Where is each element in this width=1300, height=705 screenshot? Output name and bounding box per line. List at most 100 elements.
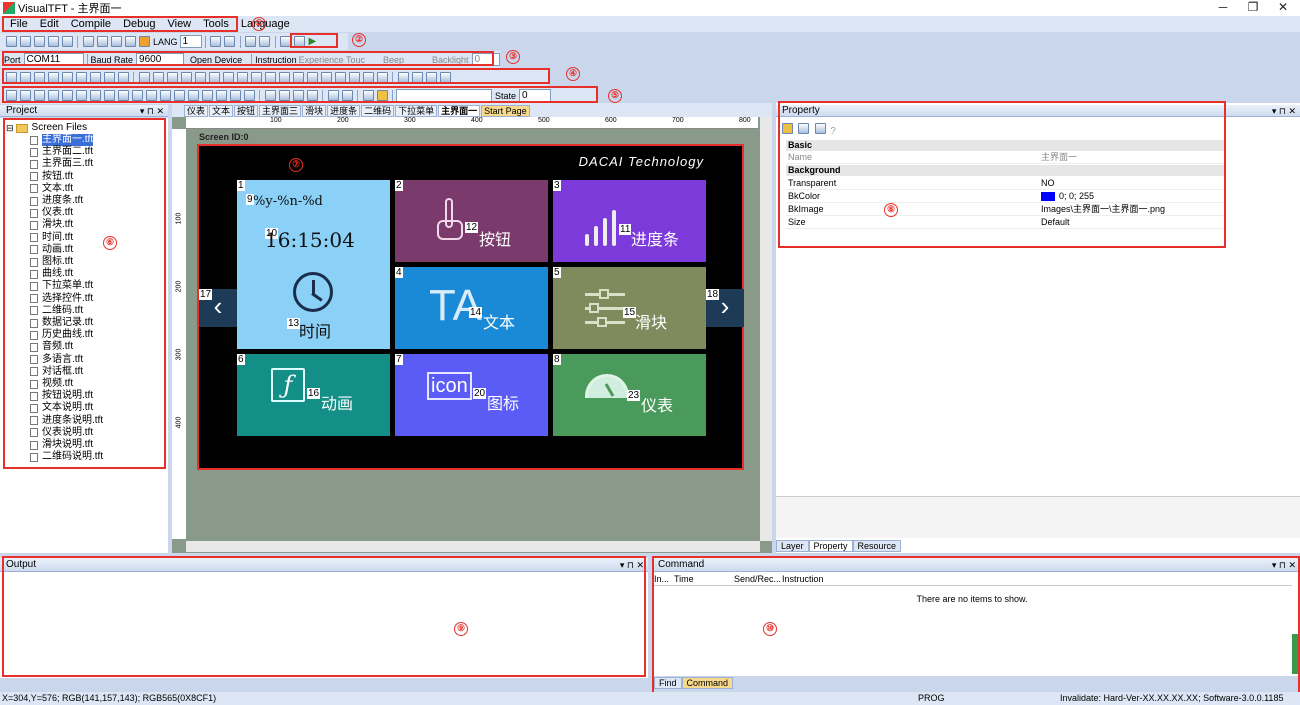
ruler-tick-label: 800 xyxy=(739,117,751,124)
vruler-tick-label: 200 xyxy=(175,280,183,293)
ruler-tick-label: 100 xyxy=(270,117,282,124)
undo-icon[interactable] xyxy=(210,36,222,47)
time-text: 16:15:04 xyxy=(265,228,355,252)
tile-animation[interactable]: 6 ƒ 16 动画 xyxy=(237,354,390,436)
copy-icon[interactable] xyxy=(96,36,108,47)
lang-select[interactable]: 1 xyxy=(179,35,202,48)
window-title: VisualTFT - 主界面一 xyxy=(18,3,122,15)
progress-bars-icon xyxy=(585,210,621,246)
slider-icon xyxy=(585,289,625,329)
callout-box-6 xyxy=(3,118,166,469)
callout-9: ⑨ xyxy=(454,622,468,636)
doc-tab[interactable]: 滑块 xyxy=(302,105,327,117)
status-mode: PROG xyxy=(918,693,945,703)
v-ruler: 100 200 300 400 xyxy=(172,129,186,539)
ruler-tick-label: 500 xyxy=(538,117,550,124)
doc-tab[interactable]: Start Page xyxy=(481,105,530,117)
callout-box-1 xyxy=(2,16,238,32)
property-description xyxy=(776,496,1300,538)
doc-tab[interactable]: 下拉菜单 xyxy=(395,105,438,117)
h-ruler: 100 200 300 400 500 600 700 800 xyxy=(186,117,758,129)
doc-tab[interactable]: 进度条 xyxy=(327,105,361,117)
tab-property[interactable]: Property xyxy=(808,540,853,552)
doc-tab[interactable]: 主界面一 xyxy=(438,105,481,117)
compile-icon[interactable] xyxy=(245,36,257,47)
tile-meter[interactable]: 8 23 仪表 xyxy=(553,354,706,436)
tab-layer[interactable]: Layer xyxy=(776,540,809,552)
touch-icon xyxy=(435,198,463,244)
lang-label: LANG xyxy=(153,36,178,47)
tile-text[interactable]: 4 TA 14 文本 xyxy=(395,267,548,349)
minimize-button[interactable]: ─ xyxy=(1208,0,1238,16)
callout-1: ① xyxy=(252,17,266,31)
vruler-tick-label: 300 xyxy=(175,348,183,361)
status-version: Invalidate: Hard-Ver-XX.XX.XX.XX; Softwa… xyxy=(1060,693,1284,703)
doc-tab[interactable]: 按钮 xyxy=(234,105,259,117)
v-scrollbar[interactable] xyxy=(760,117,772,541)
doc-tab[interactable]: 二维码 xyxy=(361,105,395,117)
save-icon[interactable] xyxy=(61,36,73,47)
status-coords: X=304,Y=576; RGB(141,157,143); RGB565(0X… xyxy=(2,693,217,703)
ruler-tick-label: 400 xyxy=(471,117,483,124)
tile-icon[interactable]: 7 icon 20 图标 xyxy=(395,354,548,436)
title-bar: VisualTFT - 主界面一 ─ ❐ ✕ xyxy=(0,0,1300,16)
new-icon[interactable] xyxy=(5,36,17,47)
clock-icon xyxy=(293,272,333,312)
flash-icon: ƒ xyxy=(271,368,305,402)
number-icon[interactable] xyxy=(138,36,150,47)
callout-box-5 xyxy=(2,86,598,103)
vruler-tick-label: 100 xyxy=(175,212,183,225)
close-button[interactable]: ✕ xyxy=(1268,0,1298,16)
status-bar: X=304,Y=576; RGB(141,157,143); RGB565(0X… xyxy=(0,692,1300,705)
tile-button[interactable]: 2 12 按钮 xyxy=(395,180,548,262)
callout-4: ④ xyxy=(566,67,580,81)
callout-3: ③ xyxy=(506,50,520,64)
property-pin-icon[interactable]: ▾ ⊓ ✕ xyxy=(1272,105,1296,117)
callout-10: ⑩ xyxy=(763,622,777,636)
callout-6: ⑥ xyxy=(103,236,117,250)
callout-box-2 xyxy=(290,33,338,48)
callout-2: ② xyxy=(352,33,366,47)
callout-5: ⑤ xyxy=(608,89,622,103)
app-logo-icon xyxy=(3,2,15,14)
time-label: 时间 xyxy=(299,322,332,341)
project-title: Project xyxy=(6,105,38,116)
text-ta-icon: TA xyxy=(429,281,482,330)
paste-icon[interactable] xyxy=(110,36,122,47)
project-panel-header: Project ▾ ⊓ ✕ xyxy=(0,105,168,117)
callout-box-4 xyxy=(2,68,550,84)
ruler-tick-label: 300 xyxy=(404,117,416,124)
restore-button[interactable]: ❐ xyxy=(1238,0,1268,16)
open-icon[interactable] xyxy=(33,36,45,47)
tile-progress[interactable]: 3 11 进度条 xyxy=(553,180,706,262)
gauge-icon xyxy=(585,374,629,398)
tab-resource[interactable]: Resource xyxy=(852,540,902,552)
icon-word-icon: icon xyxy=(427,372,472,400)
new-project-icon[interactable] xyxy=(19,36,31,47)
property-tabs: Layer Property Resource xyxy=(776,540,902,552)
lock-icon[interactable] xyxy=(124,36,136,47)
ruler-tick-label: 600 xyxy=(605,117,617,124)
ruler-tick-label: 700 xyxy=(672,117,684,124)
screen-canvas[interactable]: DACAI Technology ⑦ 1 9 %y-%n-%d 10 16:15… xyxy=(197,144,744,470)
ruler-tick-label: 200 xyxy=(337,117,349,124)
vruler-tick-label: 400 xyxy=(175,416,183,429)
pin-icon[interactable]: ▾ ⊓ ✕ xyxy=(140,105,164,117)
date-text: %y-%n-%d xyxy=(253,194,323,209)
folder-icon[interactable] xyxy=(47,36,59,47)
callout-8: ⑧ xyxy=(884,203,898,217)
h-scrollbar[interactable] xyxy=(186,541,760,552)
callout-7: ⑦ xyxy=(289,158,303,172)
brand-text: DACAI Technology xyxy=(578,154,704,169)
doc-tabs: 仪表 文本 按钮 主界面三 滑块 进度条 二维码 下拉菜单 主界面一 Start Page xyxy=(172,103,772,117)
tools-icon[interactable] xyxy=(259,36,271,47)
cut-icon[interactable] xyxy=(82,36,94,47)
callout-box-9 xyxy=(2,556,646,677)
redo-icon[interactable] xyxy=(224,36,236,47)
doc-tab[interactable]: 仪表 xyxy=(184,105,209,117)
doc-tab[interactable]: 文本 xyxy=(209,105,234,117)
tile-time[interactable]: 1 9 %y-%n-%d 10 16:15:04 13 时间 xyxy=(237,180,390,349)
tile-slider[interactable]: 5 15 滑块 xyxy=(553,267,706,349)
screen-id-label: Screen ID:0 xyxy=(199,132,249,142)
doc-tab[interactable]: 主界面三 xyxy=(259,105,302,117)
